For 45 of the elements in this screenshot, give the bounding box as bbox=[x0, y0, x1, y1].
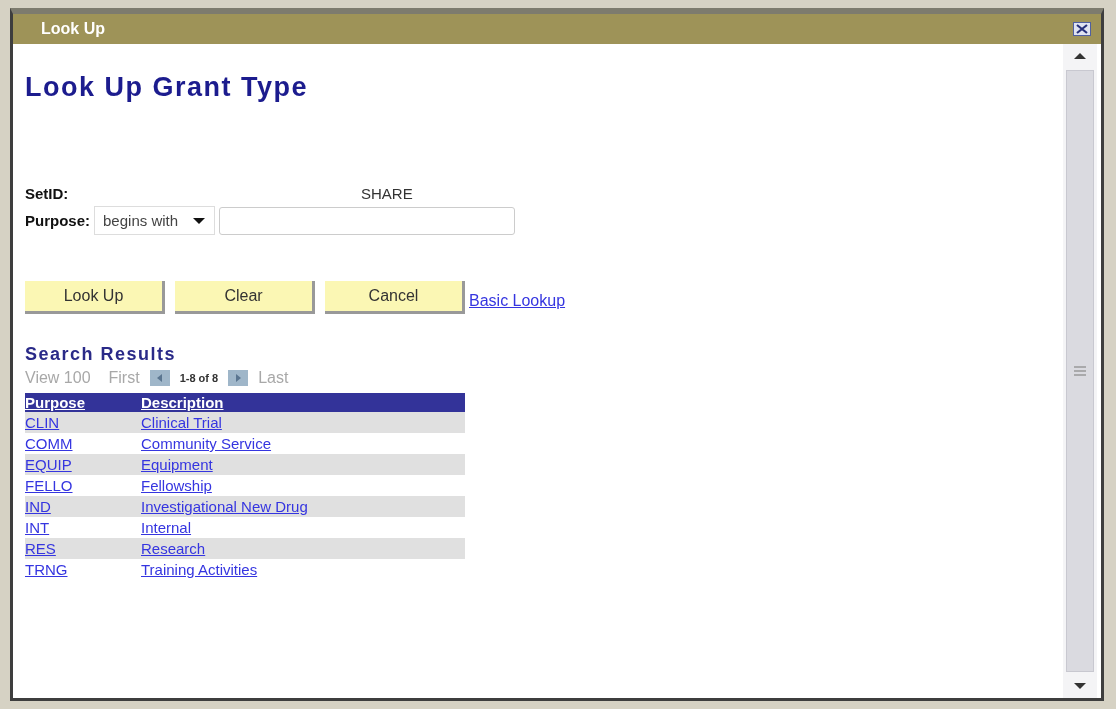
page-heading: Look Up Grant Type bbox=[25, 72, 309, 103]
table-row[interactable]: INT Internal bbox=[25, 517, 465, 538]
result-link[interactable]: EQUIP bbox=[25, 456, 141, 473]
result-link[interactable]: CLIN bbox=[25, 414, 141, 431]
caret-icon[interactable] bbox=[192, 216, 207, 225]
table-row[interactable]: COMM Community Service bbox=[25, 433, 465, 454]
table-row[interactable]: IND Investigational New Drug bbox=[25, 496, 465, 517]
basic-lookup-link[interactable]: Basic Lookup bbox=[469, 292, 566, 310]
action-button[interactable]: Cancel bbox=[325, 281, 465, 314]
result-link[interactable]: TRNG bbox=[25, 561, 141, 578]
close-icon[interactable] bbox=[1073, 22, 1091, 36]
column-header[interactable]: Purpose bbox=[25, 394, 141, 411]
result-link[interactable]: Training Activities bbox=[141, 561, 258, 578]
section-heading: Search Results bbox=[25, 344, 178, 365]
result-link[interactable]: Fellowship bbox=[141, 477, 212, 494]
table-row[interactable]: TRNG Training Activities bbox=[25, 559, 465, 580]
field-label: Purpose: bbox=[25, 212, 90, 229]
table-row[interactable]: RES Research bbox=[25, 538, 465, 559]
result-link[interactable]: Clinical Trial bbox=[141, 414, 222, 431]
result-link[interactable]: Community Service bbox=[141, 435, 272, 452]
result-link[interactable]: COMM bbox=[25, 435, 141, 452]
scrollbar[interactable] bbox=[1063, 44, 1097, 698]
scroll-up-icon[interactable] bbox=[1073, 52, 1087, 60]
result-link[interactable]: INT bbox=[25, 519, 141, 536]
scroll-thumb[interactable] bbox=[1066, 70, 1094, 672]
result-link[interactable]: FELLO bbox=[25, 477, 141, 494]
result-link[interactable]: Research bbox=[141, 540, 206, 557]
field-label: SetID: bbox=[25, 185, 70, 202]
result-link[interactable]: Investigational New Drug bbox=[141, 498, 308, 515]
table-row[interactable]: FELLO Fellowship bbox=[25, 475, 465, 496]
table-row[interactable]: CLIN Clinical Trial bbox=[25, 412, 465, 433]
page-range: 1-8 of 8 bbox=[179, 372, 219, 384]
field-value: SHARE bbox=[361, 185, 413, 202]
result-link[interactable]: Equipment bbox=[141, 456, 213, 473]
result-link[interactable]: RES bbox=[25, 540, 141, 557]
purpose-input-field[interactable] bbox=[219, 206, 516, 235]
action-button[interactable]: Look Up bbox=[25, 281, 165, 314]
window-title: Look Up bbox=[41, 20, 105, 38]
table-row[interactable]: EQUIP Equipment bbox=[25, 454, 465, 475]
action-button[interactable]: Clear bbox=[175, 281, 315, 314]
column-header[interactable]: Description bbox=[141, 394, 224, 411]
result-link[interactable]: IND bbox=[25, 498, 141, 515]
operator-dropdown[interactable]: begins with bbox=[94, 206, 216, 235]
result-link[interactable]: Internal bbox=[141, 519, 192, 536]
scroll-down-icon[interactable] bbox=[1073, 682, 1087, 690]
